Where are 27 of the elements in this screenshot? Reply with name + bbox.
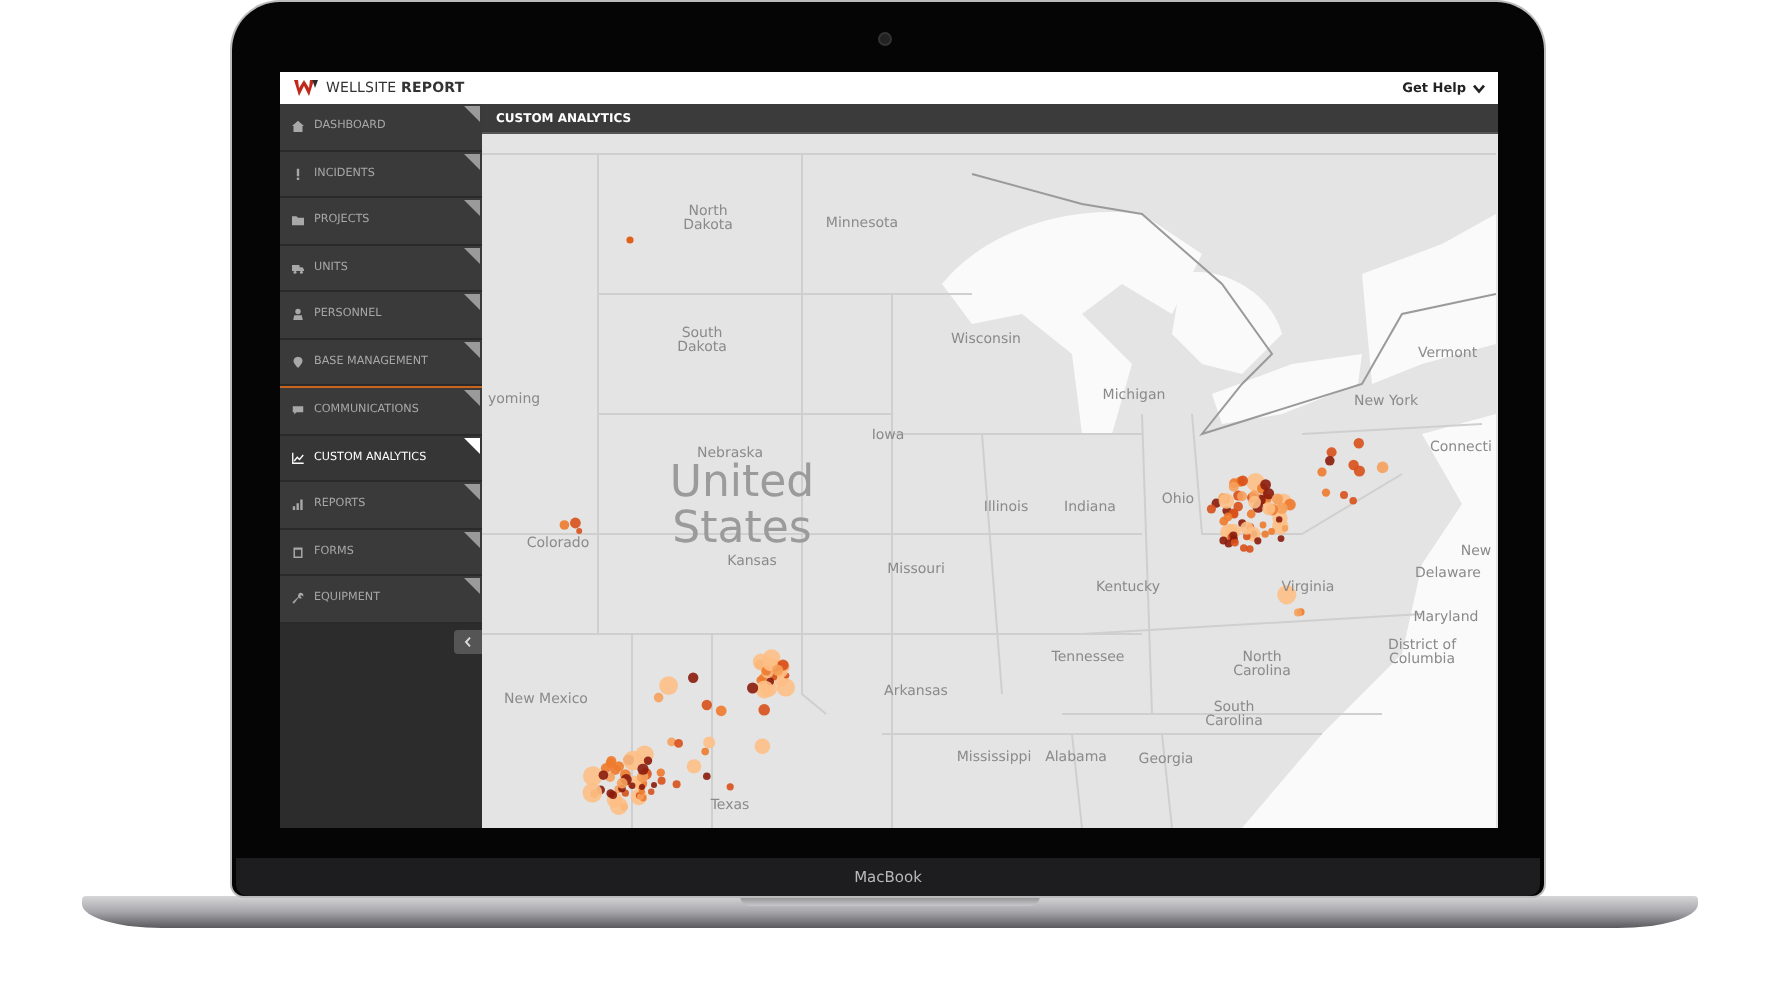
corner-triangle-icon	[464, 578, 480, 594]
line-chart-icon	[292, 451, 304, 464]
form-icon	[292, 545, 304, 558]
corner-triangle-icon	[464, 106, 480, 122]
folder-icon	[292, 214, 304, 227]
map-pin-icon	[292, 355, 304, 368]
corner-triangle-icon	[464, 153, 480, 169]
collapse-button[interactable]	[454, 629, 482, 653]
corner-triangle-icon	[464, 247, 480, 263]
chevron-left-icon	[464, 635, 472, 647]
corner-triangle-icon	[464, 531, 480, 547]
chevron-down-icon	[1472, 83, 1486, 93]
corner-triangle-icon	[464, 341, 480, 357]
truck-icon	[292, 261, 304, 274]
camera-icon	[878, 32, 892, 46]
signal-bars-icon	[292, 498, 304, 511]
corner-triangle-icon	[464, 200, 480, 216]
logo-icon	[294, 80, 318, 96]
chat-icon	[292, 404, 304, 417]
corner-triangle-icon	[464, 437, 480, 453]
map-label: United States	[667, 459, 817, 553]
wrench-icon	[292, 592, 304, 605]
home-icon	[292, 120, 304, 133]
corner-triangle-icon	[464, 390, 480, 406]
corner-triangle-icon	[464, 484, 480, 500]
person-icon	[292, 308, 304, 321]
corner-triangle-icon	[464, 294, 480, 310]
